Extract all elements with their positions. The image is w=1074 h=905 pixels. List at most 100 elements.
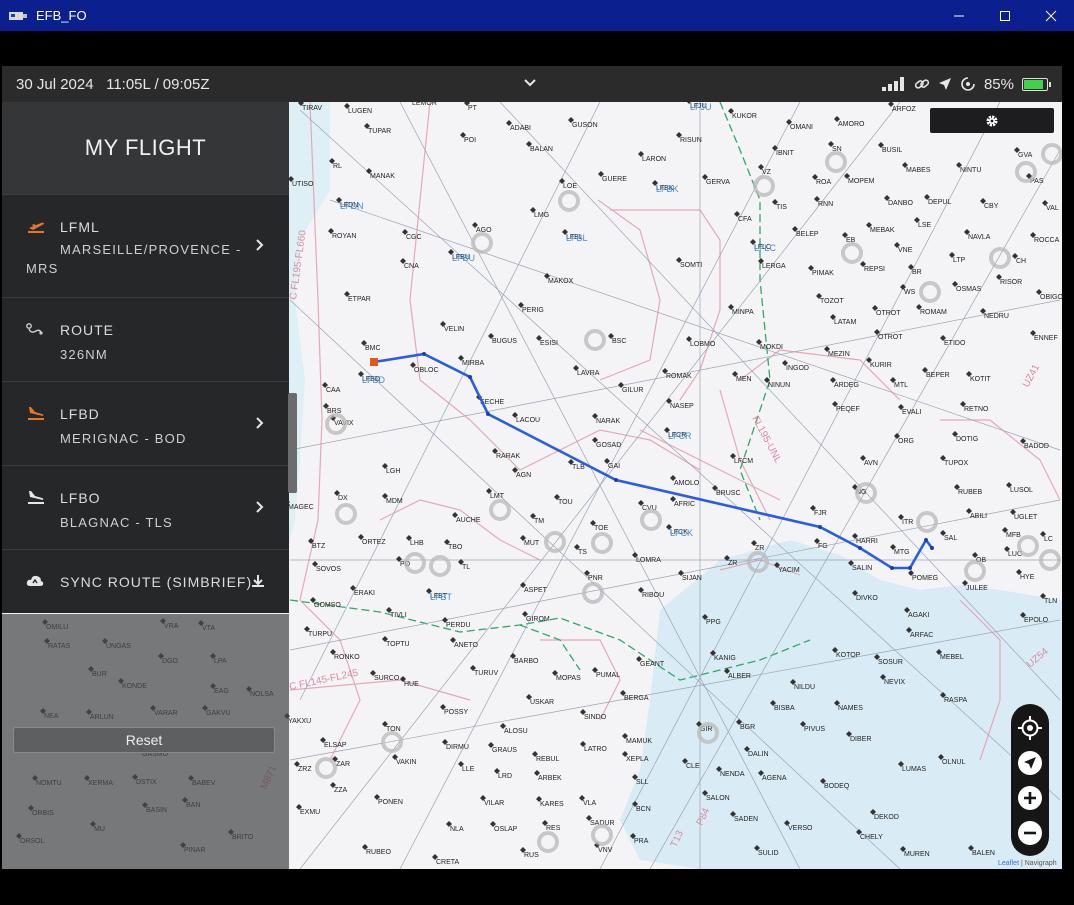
labels-label: SOSUR — [878, 659, 903, 666]
zoom-out-icon[interactable] — [1017, 820, 1043, 846]
airport-label: LFDN — [340, 201, 364, 211]
labels-label: RL — [333, 163, 342, 170]
labels-label: IBNIT — [776, 150, 795, 157]
labels-label: SADEN — [734, 816, 758, 823]
labels-label: BEPER — [926, 372, 950, 379]
labels-label: USKAR — [530, 699, 554, 706]
window-title: EFB_FO — [36, 8, 87, 23]
labels-label: NARAK — [596, 418, 620, 425]
labels-label: TS — [578, 549, 587, 556]
labels-label: ERAKI — [354, 590, 375, 597]
labels-label: LUMAS — [902, 766, 926, 773]
labels-label: MOPEM — [848, 178, 875, 185]
gear-icon — [986, 115, 998, 126]
labels-label: TLB — [572, 464, 585, 471]
destination-airport-marker[interactable] — [370, 358, 378, 366]
labels-label: RUS — [524, 852, 539, 859]
labels-label: PONEN — [378, 799, 403, 806]
navigate-icon[interactable] — [1017, 750, 1043, 776]
labels-label: REPSI — [864, 266, 885, 273]
route-node — [818, 525, 822, 529]
labels-label: NLA — [450, 826, 464, 833]
labels-label: NILDU — [794, 684, 815, 691]
labels-label: SAL — [944, 535, 957, 542]
labels-label: CGC — [406, 234, 422, 241]
labels-label: RARAK — [496, 453, 520, 460]
labels-label: RETNO — [964, 406, 989, 413]
chevron-right-icon — [256, 239, 264, 251]
chevron-down-icon[interactable] — [522, 72, 538, 94]
route-row[interactable]: ROUTE 326NM — [2, 297, 289, 381]
labels-label: VNV — [598, 847, 613, 854]
zoom-in-icon[interactable] — [1017, 785, 1043, 811]
labels-label: TBO — [448, 544, 463, 551]
maximize-button[interactable] — [982, 0, 1028, 31]
labels-label: GEANT — [640, 661, 665, 668]
flight-panel: MY FLIGHT LFML MARSEILLE/PROVENCE - MRS … — [2, 102, 289, 869]
labels-label: PERDU — [446, 622, 471, 629]
labels-label: ANETO — [454, 642, 479, 649]
labels-label: UGLET — [1014, 514, 1038, 521]
labels-label: LARON — [642, 156, 666, 163]
labels-label: MEBAK — [870, 227, 895, 234]
route-node — [468, 375, 472, 379]
labels-label: OLNUL — [942, 759, 965, 766]
labels-label: DIBER — [850, 736, 871, 743]
close-button[interactable] — [1028, 0, 1074, 31]
labels-label: OTROT — [878, 334, 903, 341]
close-icon — [1045, 10, 1057, 21]
labels-label: MUREN — [904, 851, 930, 858]
labels-label: POI — [464, 137, 476, 144]
labels-label: VAL — [1046, 205, 1059, 212]
labels-label: ROCCA — [1034, 237, 1060, 244]
map-settings-button[interactable] — [930, 108, 1054, 133]
labels-label: DX — [338, 495, 348, 502]
labels-label: ASPET — [524, 587, 548, 594]
labels-label: EXMU — [300, 809, 320, 816]
status-datetime: 30 Jul 2024 11:05L / 09:05Z — [16, 76, 210, 93]
labels-label: LUGEN — [348, 108, 372, 115]
departure-name-1: MARSEILLE/PROVENCE - — [60, 242, 242, 257]
labels-label: LFCM — [734, 458, 753, 465]
labels-label: TOU — [558, 499, 573, 506]
labels-label: BCN — [636, 806, 651, 813]
labels-label: KOTOP — [836, 652, 861, 659]
labels-label: ETIDO — [944, 340, 966, 347]
labels-label: GUERE — [602, 176, 627, 183]
labels-label: AGN — [516, 472, 531, 479]
labels-label: SLL — [636, 779, 649, 786]
minimize-button[interactable] — [936, 0, 982, 31]
labels-label: RISOR — [1000, 279, 1022, 286]
departure-row[interactable]: LFML MARSEILLE/PROVENCE - MRS — [2, 194, 289, 297]
labels-label: BELEP — [796, 231, 819, 238]
labels-label: XEPLA — [626, 756, 649, 763]
panel-resize-handle[interactable] — [288, 393, 297, 493]
labels-label: MFB — [1006, 532, 1021, 539]
reset-button[interactable]: Reset — [13, 727, 275, 753]
sync-route-row[interactable]: SYNC ROUTE (SIMBRIEF) — [2, 549, 289, 613]
crosshair-icon[interactable] — [1017, 715, 1043, 741]
download-icon[interactable] — [251, 574, 265, 588]
labels-label: RIBOU — [642, 592, 664, 599]
airspace-label: UZ41 — [1021, 362, 1042, 389]
departure-code: LFML — [60, 219, 100, 235]
labels-label: NASEP — [670, 403, 694, 410]
alternate-row[interactable]: LFBO BLAGNAC - TLS — [2, 465, 289, 549]
labels-label: ROMAM — [920, 309, 947, 316]
labels-label: POSSY — [444, 709, 468, 716]
labels-label: RONKO — [334, 654, 360, 661]
leaflet-link[interactable]: Leaflet — [998, 860, 1019, 867]
labels-label: DANBO — [888, 200, 913, 207]
arrival-row[interactable]: LFBD MERIGNAC - BOD — [2, 381, 289, 465]
provider-attribution: Navigraph — [1024, 860, 1057, 867]
labels-label: BUGUS — [492, 338, 517, 345]
labels-label: TLN — [1044, 598, 1057, 605]
labels-label: MOKDI — [760, 344, 783, 351]
labels-label: GOSAD — [596, 442, 621, 449]
labels-label: BISBA — [774, 705, 795, 712]
labels-label: LRD — [498, 773, 512, 780]
labels-label: ADABI — [510, 125, 531, 132]
labels-label: SINDO — [584, 714, 607, 721]
labels-label: POMEG — [912, 575, 938, 582]
airport-label: LFCR — [668, 431, 692, 441]
